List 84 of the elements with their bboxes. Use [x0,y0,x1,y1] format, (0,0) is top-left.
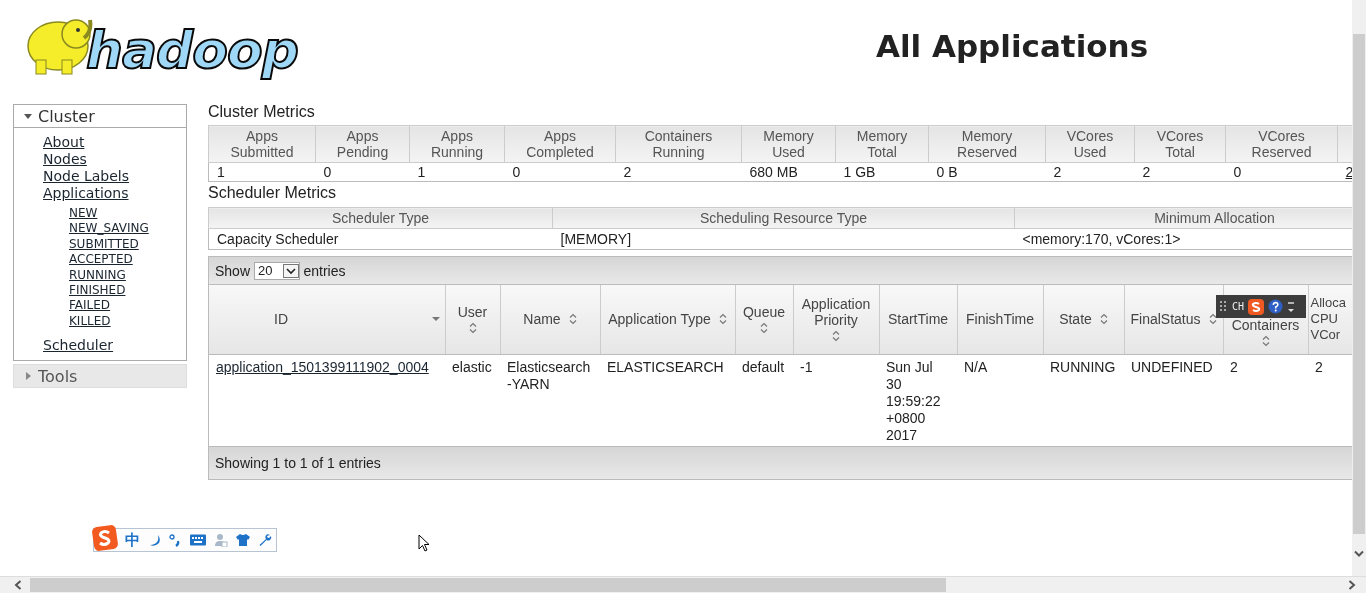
chevron-right-icon [1348,580,1356,590]
table-cell: 1 GB [835,162,929,182]
sidebar-sublink[interactable]: NEW_SAVING [69,221,149,237]
table-cell: 2 [1223,354,1308,446]
table-cell: 2 [1045,162,1135,182]
t-shirt-icon [235,533,251,547]
entries-label: entries [303,262,346,279]
table-cell: 2 [1134,162,1226,182]
table-cell: -1 [793,354,879,446]
table-cell: default [735,354,793,446]
page-size-select[interactable]: 20 [254,261,300,280]
show-label: Show [215,262,251,279]
horizontal-scrollbar[interactable] [0,576,1366,593]
column-header: VCores Used [1045,125,1135,163]
vertical-scrollbar[interactable] [1352,0,1366,577]
table-cell: 680 MB [741,162,836,182]
sidebar-sublink[interactable]: KILLED [69,313,111,330]
column-header: Scheduler Type [208,207,553,229]
table-cell: [MEMORY] [552,228,1015,250]
scrollbar-thumb[interactable] [30,578,946,592]
sidebar-link[interactable]: Scheduler [43,337,114,355]
table-footer: Showing 1 to 1 of 1 entries [209,445,1352,479]
table-cell: 2 [1308,354,1352,446]
sidebar-section-header[interactable]: Tools [14,365,186,388]
table-cell: 2 [615,162,742,182]
wrench-icon [258,533,272,547]
logo-wordmark: hadoop [86,20,298,80]
sidebar-sublink[interactable]: SUBMITTED [69,236,139,253]
table-cell: 1 [208,162,316,182]
sidebar-link[interactable]: Node Labels [43,168,130,185]
column-header[interactable]: Containers [1228,317,1303,348]
scrollbar-thumb[interactable] [1353,34,1365,534]
table-cell: elastic [445,354,500,446]
column-header: Scheduling Resource Type [552,207,1015,229]
column-header: Apps Completed [504,125,616,163]
sidebar-sublink[interactable]: NEW [69,206,98,222]
column-header: Apps Submitted [208,125,316,163]
sidebar-link[interactable]: Applications [43,185,129,202]
sidebar-sublink[interactable]: ACCEPTED [69,252,133,268]
section-title: Cluster Metrics [208,103,316,120]
column-header: Apps Running [409,125,505,163]
s-logo-icon [1248,298,1265,315]
section-title: Scheduler Metrics [208,184,338,201]
help-icon [1268,299,1284,314]
caret-right-icon [24,372,32,381]
user-icon [214,533,228,547]
table-cell: ELASTICSEARCH [600,354,735,446]
column-header: Memory Used [741,125,836,163]
sidebar-link[interactable]: Nodes [43,151,87,168]
table-cell: UNDEFINED [1124,354,1223,446]
chevron-left-icon [14,580,22,590]
sidebar-sublink[interactable]: FINISHED [69,283,126,299]
table-cell: RUNNING [1043,354,1124,446]
page-title: All Applications [875,28,1149,66]
sidebar-link[interactable]: About [43,134,85,151]
column-header: VCores Total [1134,125,1226,163]
mouse-pointer-icon [418,534,430,552]
column-header: Containers Running [615,125,742,163]
keyboard-icon [189,533,207,547]
minimize-icon [1287,299,1296,314]
caret-down-icon [24,112,32,120]
table-cell: Capacity Scheduler [208,228,553,250]
table-cell: Elasticsearch -YARN [500,354,600,446]
column-header: Minimum Allocation [1014,207,1352,229]
sidebar-section-header[interactable]: Cluster [14,105,186,128]
chevron-down-icon [1354,550,1364,558]
ime-mode-toggle[interactable]: 中 [125,530,140,550]
table-cell: Sun Jul 30 19:59:22 +0800 2017 [879,354,957,446]
table-cell: N/A [957,354,1043,446]
column-header: Memory Total [835,125,929,163]
grip-icon [1220,300,1228,313]
column-header: Apps Pending [315,125,410,163]
column-header: Memory Reserved [928,125,1046,163]
column-header: VCores Reserved [1225,125,1338,163]
table-cell: 0 [504,162,616,182]
table-cell: 1 [409,162,505,182]
sidebar-sublink[interactable]: FAILED [69,298,111,314]
punctuation-icon [168,533,182,547]
application-link[interactable]: application_1501399111902_0004 [216,358,429,375]
table-cell: 0 B [928,162,1046,182]
ime-mode-label[interactable]: CH [1232,301,1245,312]
sidebar-sublink[interactable]: RUNNING [69,267,126,284]
table-cell: 0 [315,162,410,182]
table-cell: 0 [1225,162,1338,182]
